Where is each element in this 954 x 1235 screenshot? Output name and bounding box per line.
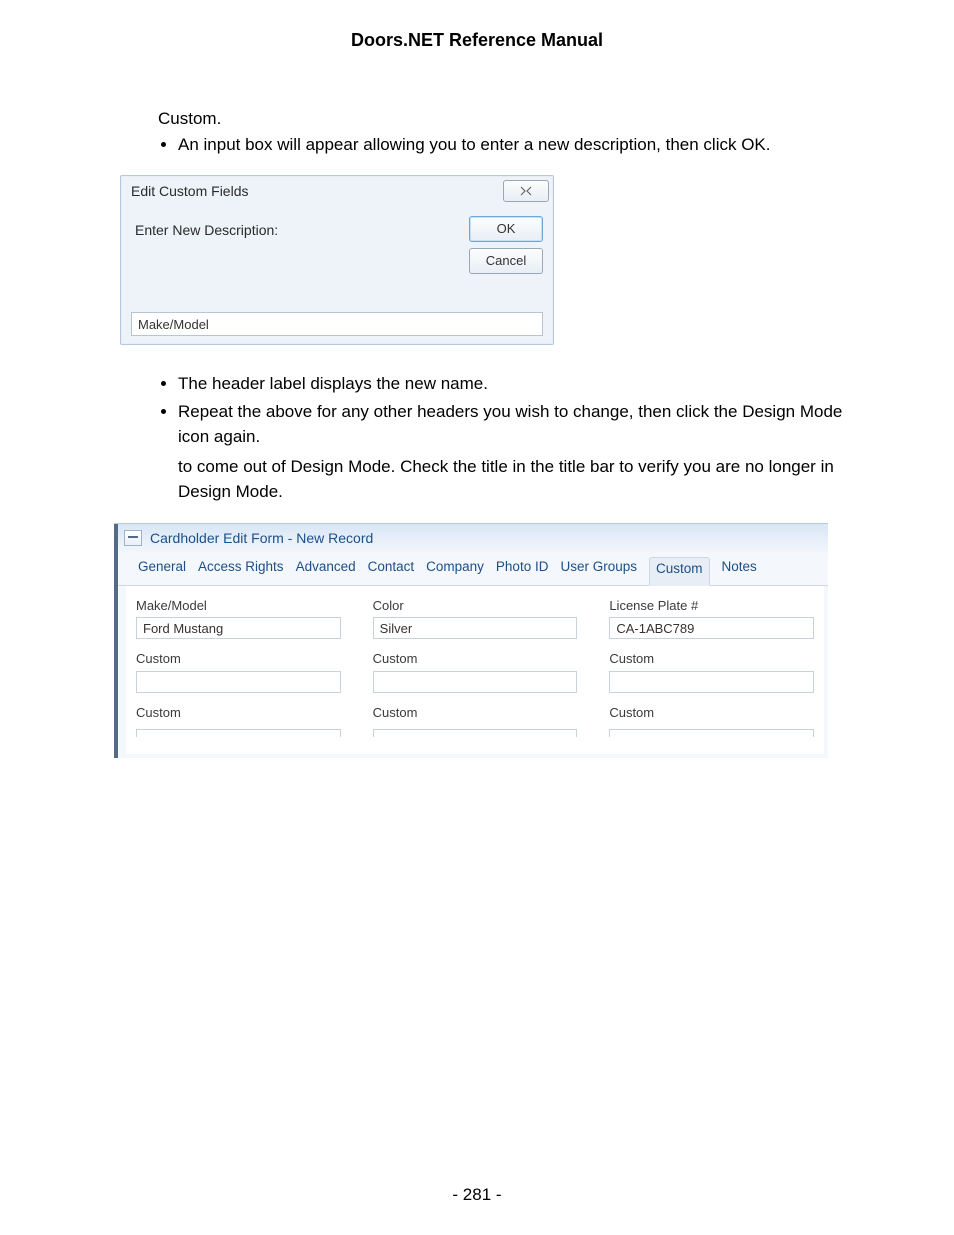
custom-input[interactable] bbox=[136, 729, 341, 737]
tab-contact[interactable]: Contact bbox=[368, 557, 415, 577]
bullet-header-label: The header label displays the new name. bbox=[178, 371, 854, 397]
ok-button[interactable]: OK bbox=[469, 216, 543, 242]
field-label-custom: Custom bbox=[373, 703, 578, 723]
description-input[interactable] bbox=[131, 312, 543, 336]
make-model-input[interactable] bbox=[136, 617, 341, 639]
tab-photo-id[interactable]: Photo ID bbox=[496, 557, 549, 577]
page-number: - 281 - bbox=[0, 1185, 954, 1205]
tab-company[interactable]: Company bbox=[426, 557, 484, 577]
edit-custom-fields-dialog: Edit Custom Fields Enter New Description… bbox=[120, 175, 554, 345]
field-label-color: Color bbox=[373, 596, 578, 616]
form-title: Cardholder Edit Form - New Record bbox=[150, 528, 373, 549]
bullet-repeat: Repeat the above for any other headers y… bbox=[178, 399, 854, 450]
dialog-title: Edit Custom Fields bbox=[131, 181, 248, 202]
tab-notes[interactable]: Notes bbox=[722, 557, 757, 577]
custom-input[interactable] bbox=[373, 729, 578, 737]
close-icon bbox=[520, 186, 532, 196]
field-label-license: License Plate # bbox=[609, 596, 814, 616]
field-label-custom: Custom bbox=[136, 703, 341, 723]
bullet-input-box: An input box will appear allowing you to… bbox=[178, 132, 854, 158]
custom-input[interactable] bbox=[609, 671, 814, 693]
form-tabs: General Access Rights Advanced Contact C… bbox=[114, 553, 828, 586]
tab-custom[interactable]: Custom bbox=[649, 557, 710, 586]
cancel-button[interactable]: Cancel bbox=[469, 248, 543, 274]
field-label-custom: Custom bbox=[609, 703, 814, 723]
minimize-icon[interactable] bbox=[124, 530, 142, 546]
color-input[interactable] bbox=[373, 617, 578, 639]
followup-text: to come out of Design Mode. Check the ti… bbox=[178, 454, 854, 505]
lead-in-text: Custom. bbox=[158, 106, 854, 132]
field-label-custom: Custom bbox=[609, 649, 814, 669]
custom-input[interactable] bbox=[609, 729, 814, 737]
custom-input[interactable] bbox=[136, 671, 341, 693]
dialog-close-button[interactable] bbox=[503, 180, 549, 202]
tab-general[interactable]: General bbox=[138, 557, 186, 577]
custom-input[interactable] bbox=[373, 671, 578, 693]
field-label-make-model: Make/Model bbox=[136, 596, 341, 616]
tab-user-groups[interactable]: User Groups bbox=[560, 557, 637, 577]
license-input[interactable] bbox=[609, 617, 814, 639]
tab-advanced[interactable]: Advanced bbox=[296, 557, 356, 577]
field-label-custom: Custom bbox=[373, 649, 578, 669]
dialog-prompt: Enter New Description: bbox=[135, 216, 459, 274]
tab-access-rights[interactable]: Access Rights bbox=[198, 557, 284, 577]
cardholder-edit-form: Cardholder Edit Form - New Record Genera… bbox=[114, 523, 828, 758]
field-label-custom: Custom bbox=[136, 649, 341, 669]
page-title: Doors.NET Reference Manual bbox=[60, 30, 894, 51]
